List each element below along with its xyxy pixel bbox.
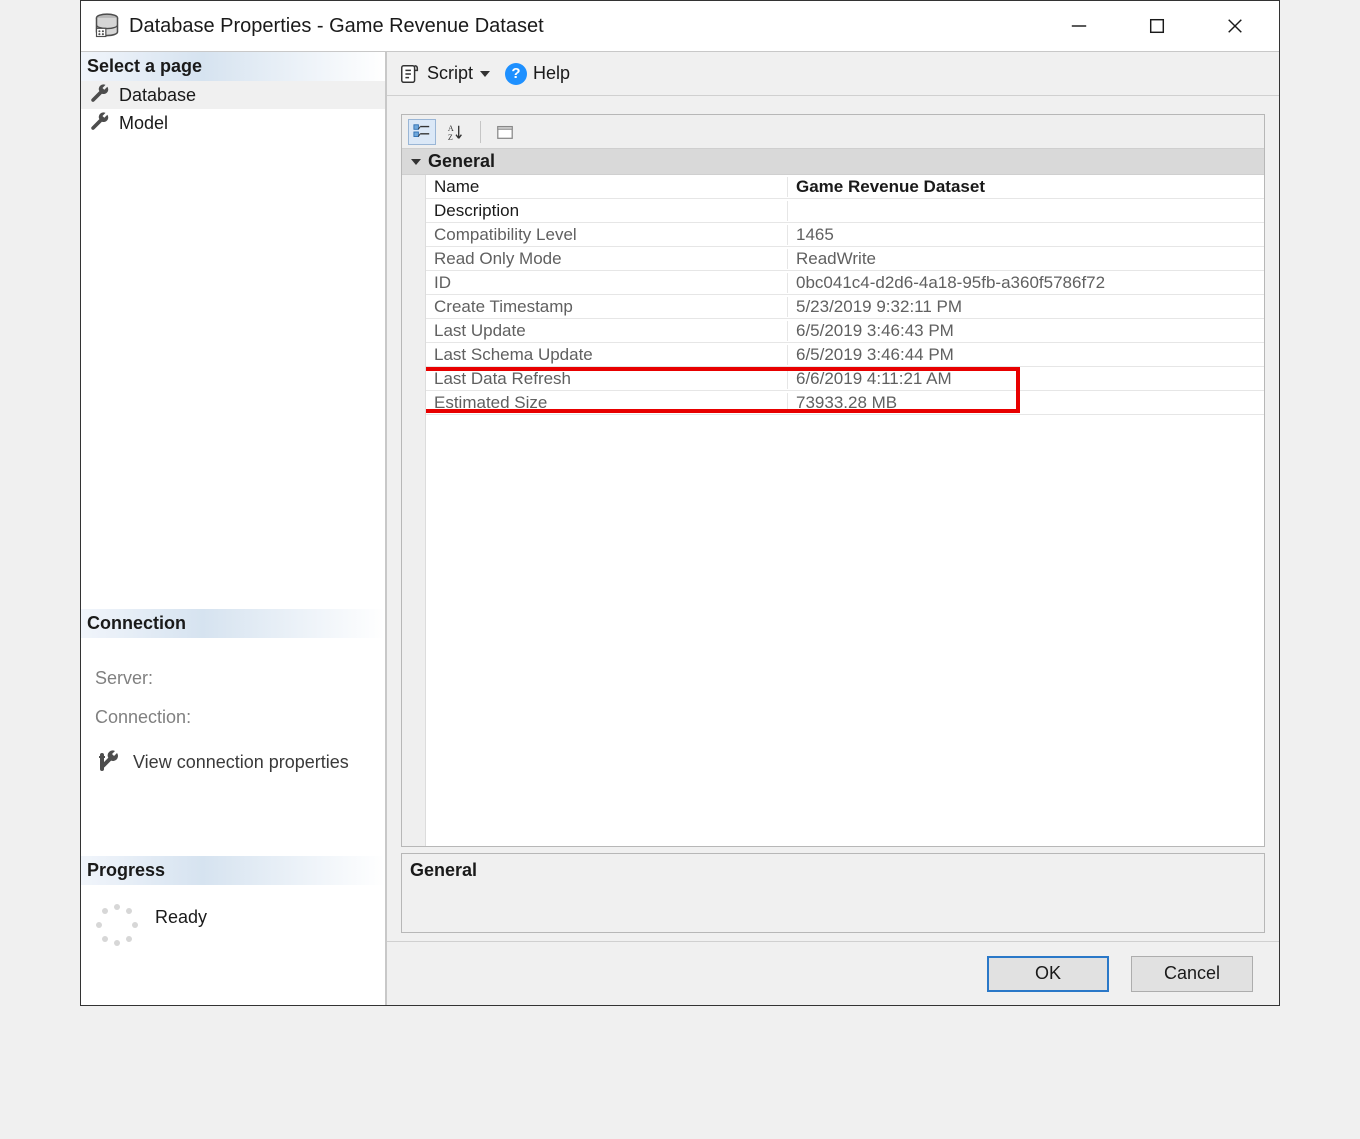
cancel-button[interactable]: Cancel bbox=[1131, 956, 1253, 992]
sidebar-item-database[interactable]: Database bbox=[81, 81, 385, 109]
property-row[interactable]: NameGame Revenue Dataset bbox=[426, 175, 1264, 199]
wrench-icon bbox=[89, 84, 111, 106]
property-row[interactable]: Last Data Refresh6/6/2019 4:11:21 AM bbox=[426, 367, 1264, 391]
category-label: General bbox=[428, 151, 495, 172]
tools-icon bbox=[97, 750, 121, 774]
alphabetical-button[interactable]: A Z bbox=[442, 119, 470, 145]
property-row[interactable]: Estimated Size73933.28 MB bbox=[426, 391, 1264, 415]
close-button[interactable] bbox=[1215, 6, 1255, 46]
select-page-header: Select a page bbox=[81, 52, 385, 81]
property-value: 73933.28 MB bbox=[788, 393, 1264, 413]
chevron-down-icon bbox=[479, 68, 491, 80]
ok-button[interactable]: OK bbox=[987, 956, 1109, 992]
property-label: ID bbox=[426, 273, 788, 293]
categorized-button[interactable] bbox=[408, 119, 436, 145]
property-value[interactable]: Game Revenue Dataset bbox=[788, 177, 1264, 197]
view-connection-properties-label: View connection properties bbox=[133, 752, 349, 773]
property-description-title: General bbox=[410, 860, 477, 880]
progress-status: Ready bbox=[155, 901, 207, 928]
property-label: Compatibility Level bbox=[426, 225, 788, 245]
property-label: Read Only Mode bbox=[426, 249, 788, 269]
property-row[interactable]: Create Timestamp5/23/2019 9:32:11 PM bbox=[426, 295, 1264, 319]
property-label: Last Data Refresh bbox=[426, 369, 788, 389]
property-grid: A Z bbox=[401, 114, 1265, 847]
view-connection-properties-link[interactable]: View connection properties bbox=[95, 746, 371, 774]
dialog-footer: OK Cancel bbox=[387, 941, 1279, 1005]
minimize-button[interactable] bbox=[1059, 6, 1099, 46]
connection-header: Connection bbox=[81, 609, 385, 638]
help-icon: ? bbox=[505, 63, 527, 85]
property-row[interactable]: Last Schema Update6/5/2019 3:46:44 PM bbox=[426, 343, 1264, 367]
page-list: Database Model bbox=[81, 81, 385, 137]
property-grid-gutter bbox=[402, 175, 426, 846]
toolbar: Script ? Help bbox=[387, 52, 1279, 96]
maximize-button[interactable] bbox=[1137, 6, 1177, 46]
property-label: Name bbox=[426, 177, 788, 197]
progress-header: Progress bbox=[81, 856, 385, 885]
database-icon bbox=[93, 12, 121, 40]
chevron-down-icon bbox=[410, 156, 422, 168]
help-label: Help bbox=[533, 63, 570, 84]
property-value: 5/23/2019 9:32:11 PM bbox=[788, 297, 1264, 317]
connection-panel: Server: Connection: View connection prop… bbox=[81, 638, 385, 786]
property-description-pane: General bbox=[401, 853, 1265, 933]
sidebar-item-label: Database bbox=[119, 85, 196, 106]
progress-panel: Ready bbox=[81, 885, 385, 965]
property-rows: NameGame Revenue DatasetDescriptionCompa… bbox=[426, 175, 1264, 846]
script-icon bbox=[399, 63, 421, 85]
property-label: Last Schema Update bbox=[426, 345, 788, 365]
property-label: Estimated Size bbox=[426, 393, 788, 413]
script-label: Script bbox=[427, 63, 473, 84]
property-value: 1465 bbox=[788, 225, 1264, 245]
wrench-icon bbox=[89, 112, 111, 134]
property-row[interactable]: Last Update6/5/2019 3:46:43 PM bbox=[426, 319, 1264, 343]
property-value: 6/5/2019 3:46:43 PM bbox=[788, 321, 1264, 341]
sidebar-item-model[interactable]: Model bbox=[81, 109, 385, 137]
property-value: 6/5/2019 3:46:44 PM bbox=[788, 345, 1264, 365]
sidebar: Select a page Database Model Connection … bbox=[81, 52, 387, 1005]
progress-ring-icon bbox=[93, 901, 141, 949]
script-dropdown[interactable]: Script bbox=[397, 61, 493, 87]
window-controls bbox=[1059, 6, 1255, 46]
property-grid-toolbar: A Z bbox=[402, 115, 1264, 149]
property-label: Create Timestamp bbox=[426, 297, 788, 317]
property-label: Last Update bbox=[426, 321, 788, 341]
category-row-general[interactable]: General bbox=[402, 149, 1264, 175]
sidebar-item-label: Model bbox=[119, 113, 168, 134]
property-value: ReadWrite bbox=[788, 249, 1264, 269]
help-button[interactable]: ? Help bbox=[503, 61, 572, 87]
property-row[interactable]: Read Only ModeReadWrite bbox=[426, 247, 1264, 271]
svg-text:A: A bbox=[448, 124, 454, 133]
server-label: Server: bbox=[95, 668, 371, 689]
svg-text:Z: Z bbox=[448, 133, 453, 141]
property-row[interactable]: Description bbox=[426, 199, 1264, 223]
window-title: Database Properties - Game Revenue Datas… bbox=[129, 15, 1059, 38]
property-value: 6/6/2019 4:11:21 AM bbox=[788, 369, 1264, 389]
connection-label: Connection: bbox=[95, 707, 371, 728]
titlebar: Database Properties - Game Revenue Datas… bbox=[81, 1, 1279, 51]
right-panel: Script ? Help bbox=[387, 52, 1279, 1005]
property-label: Description bbox=[426, 201, 788, 221]
property-value: 0bc041c4-d2d6-4a18-95fb-a360f5786f72 bbox=[788, 273, 1264, 293]
property-row[interactable]: ID0bc041c4-d2d6-4a18-95fb-a360f5786f72 bbox=[426, 271, 1264, 295]
property-row[interactable]: Compatibility Level1465 bbox=[426, 223, 1264, 247]
dialog-window: Database Properties - Game Revenue Datas… bbox=[80, 0, 1280, 1006]
property-pages-button[interactable] bbox=[491, 119, 519, 145]
